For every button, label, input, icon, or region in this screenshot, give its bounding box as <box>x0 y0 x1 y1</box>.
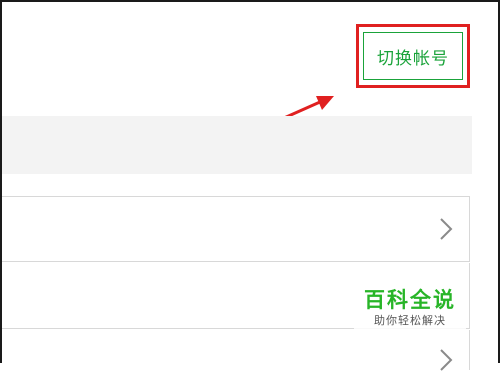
watermark-logo: 百科全说 助你轻松解决 <box>354 287 466 335</box>
chevron-right-icon <box>440 218 453 240</box>
list-item[interactable] <box>2 330 470 371</box>
watermark-title: 百科全说 <box>364 288 456 312</box>
watermark-subtitle: 助你轻松解决 <box>374 314 446 327</box>
switch-account-button[interactable]: 切换帐号 <box>363 32 463 80</box>
chevron-right-icon <box>440 349 453 371</box>
section-separator <box>2 116 472 174</box>
list-item[interactable] <box>2 196 470 262</box>
